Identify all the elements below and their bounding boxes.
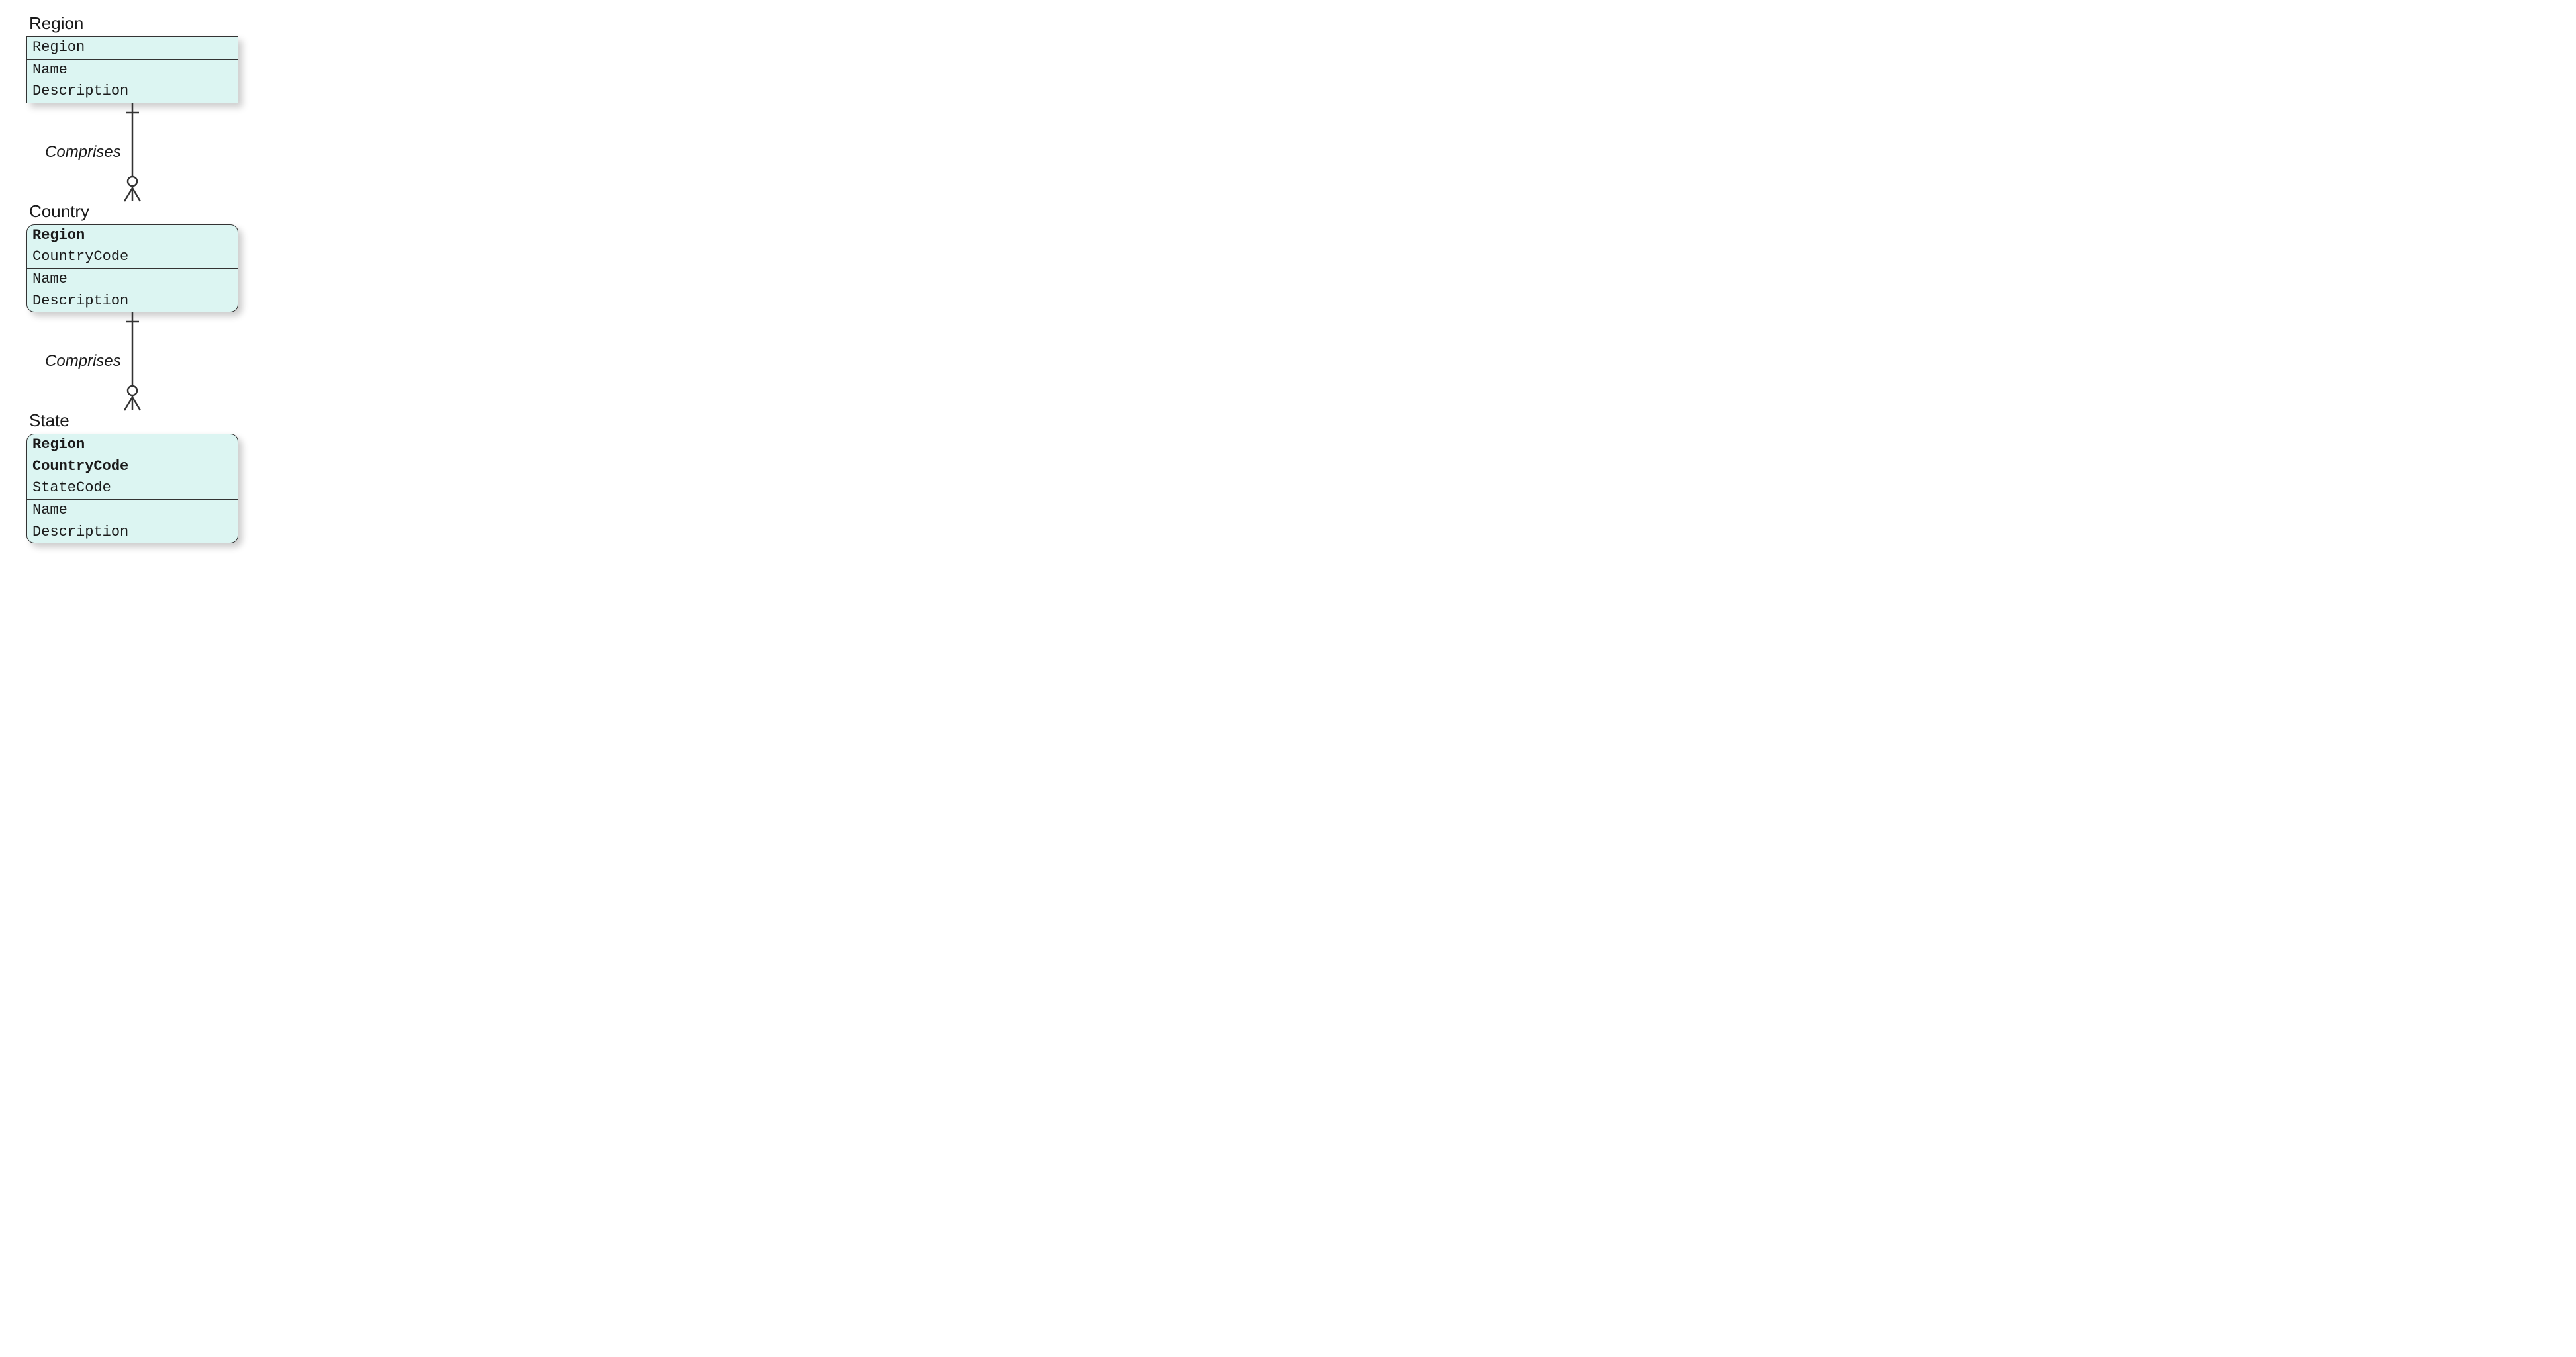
entity-attribute: Region	[27, 37, 238, 59]
entity-title: Country	[26, 201, 556, 222]
entity-attribute: Name	[27, 60, 238, 81]
entity-attribute: Description	[27, 81, 238, 103]
entity-attribute: CountryCode	[27, 456, 238, 478]
entity-region: Region Region Name Description	[26, 13, 556, 103]
entity-key-section: Region CountryCode	[27, 225, 238, 269]
entity-attribute: Name	[27, 269, 238, 291]
entity-title: State	[26, 410, 556, 431]
entity-country: Country Region CountryCode Name Descript…	[26, 201, 556, 312]
entity-box: Region CountryCode Name Description	[26, 224, 238, 312]
entity-box: Region Name Description	[26, 36, 238, 103]
entity-state: State Region CountryCode StateCode Name …	[26, 410, 556, 543]
entity-attribute: Name	[27, 500, 238, 522]
entity-title: Region	[26, 13, 556, 34]
entity-attribute: Description	[27, 291, 238, 312]
entity-attribute: Description	[27, 522, 238, 543]
entity-attr-section: Name Description	[27, 500, 238, 543]
crows-foot-connector-icon	[119, 312, 146, 410]
entity-key-section: Region	[27, 37, 238, 60]
entity-attribute: StateCode	[27, 477, 238, 499]
relationship-label: Comprises	[45, 352, 121, 371]
entity-box: Region CountryCode StateCode Name Descri…	[26, 434, 238, 543]
entity-attribute: Region	[27, 434, 238, 456]
er-diagram: Region Region Name Description Comprises…	[26, 13, 556, 543]
relationship-label: Comprises	[45, 143, 121, 162]
entity-attribute: CountryCode	[27, 246, 238, 268]
entity-attr-section: Name Description	[27, 269, 238, 312]
entity-key-section: Region CountryCode StateCode	[27, 434, 238, 500]
relationship-connector: Comprises	[26, 103, 238, 201]
crows-foot-connector-icon	[119, 103, 146, 201]
entity-attribute: Region	[27, 225, 238, 247]
relationship-connector: Comprises	[26, 312, 238, 410]
entity-attr-section: Name Description	[27, 60, 238, 103]
